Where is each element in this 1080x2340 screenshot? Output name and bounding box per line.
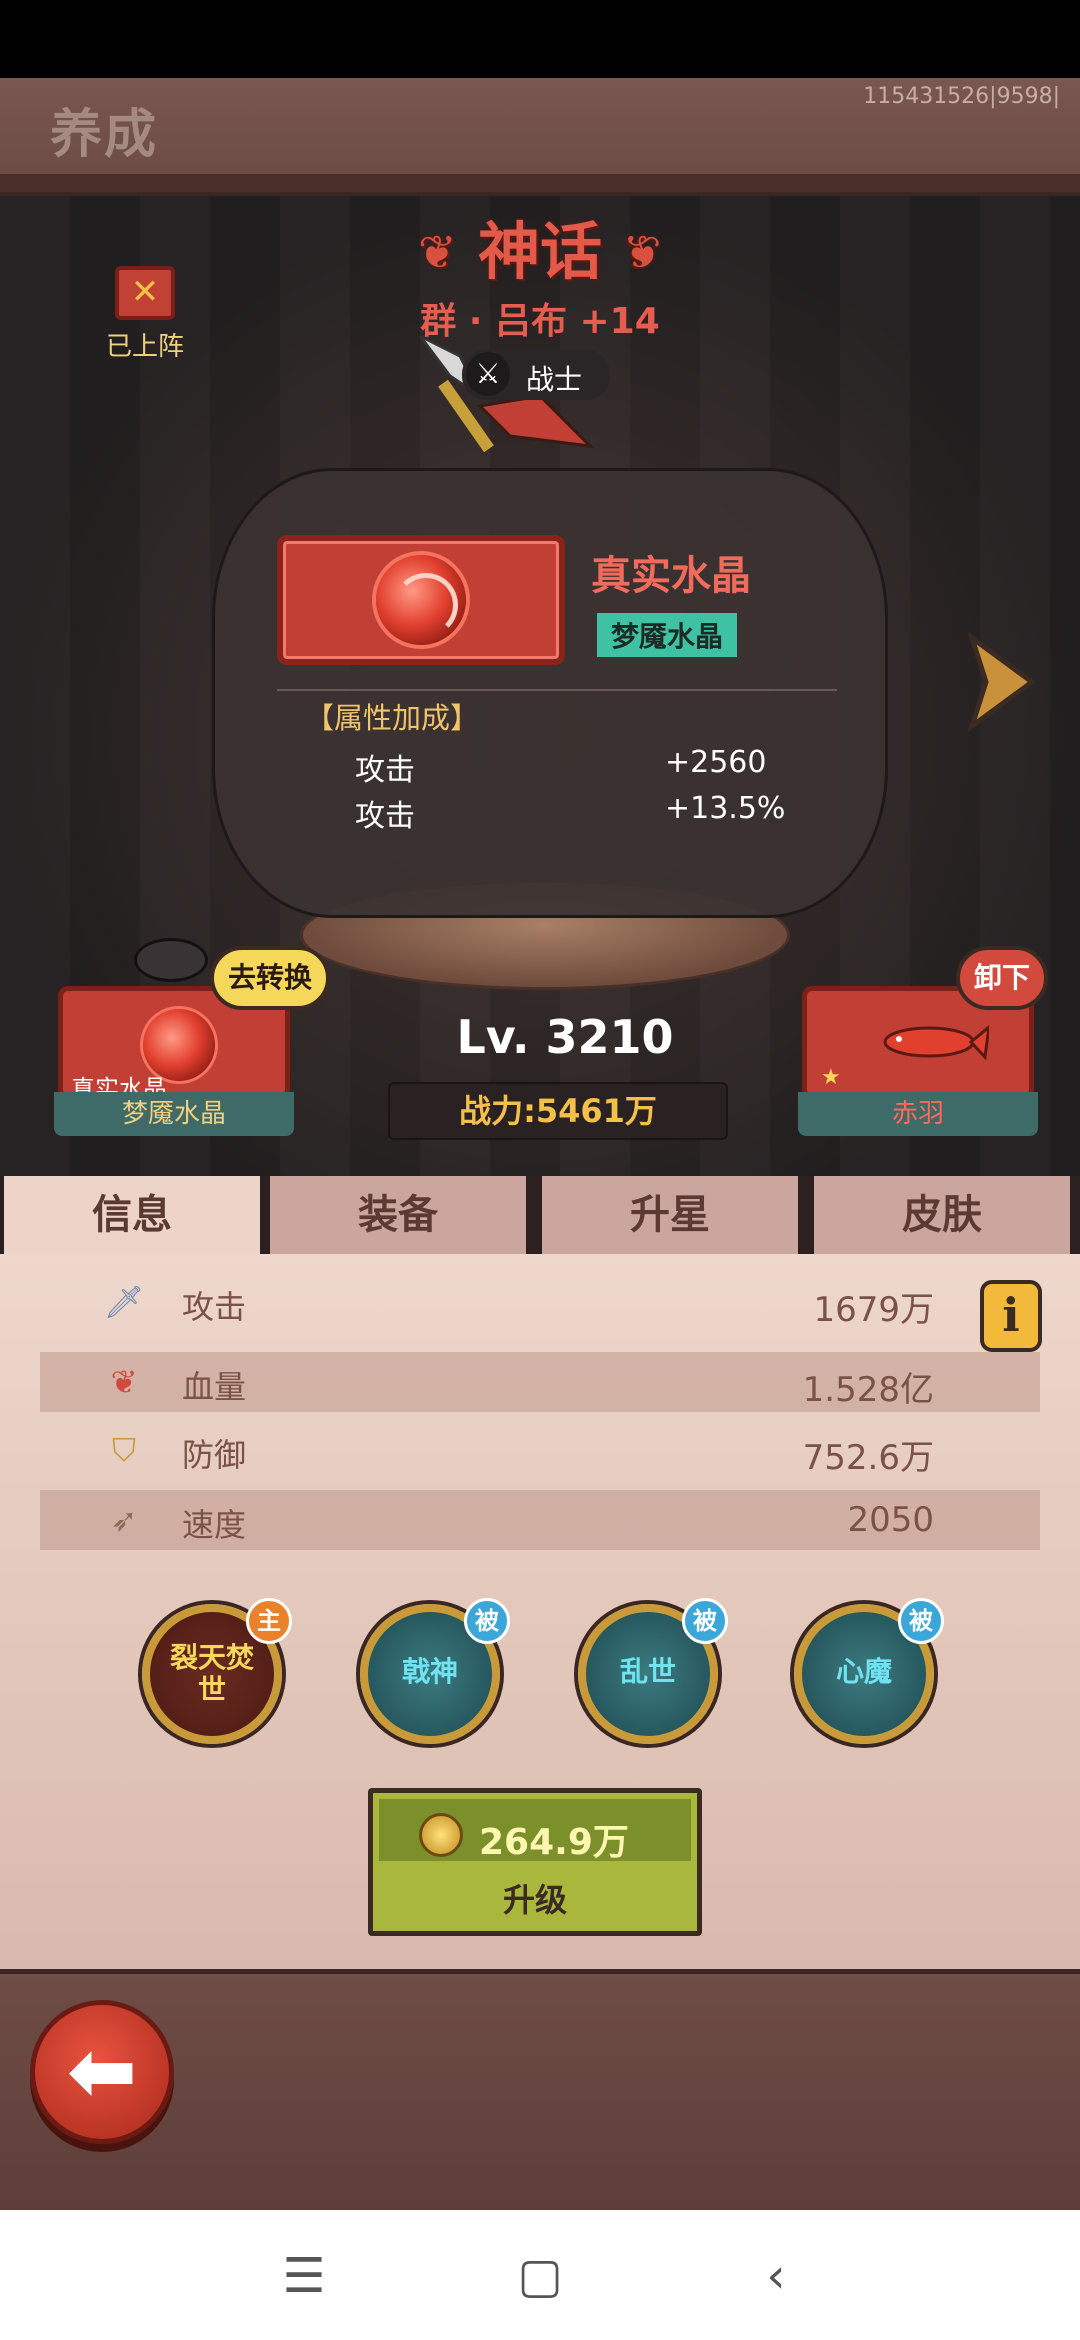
upgrade-button[interactable]: 264.9万 升级 <box>368 1788 702 1936</box>
tab-star-up[interactable]: 升星 <box>538 1176 798 1254</box>
skill-passive[interactable]: 心魔 被 <box>794 1598 944 1744</box>
star-icon: ★ <box>821 1065 841 1090</box>
item-tooltip-popup: 真实水晶 梦魇水晶 【属性加成】 攻击 +2560 攻击 +13.5% <box>212 468 888 918</box>
blood-drop-icon: ❦ <box>110 1363 138 1401</box>
empty-slot-marker <box>134 938 208 982</box>
upgrade-cost-bar: 264.9万 <box>379 1799 691 1863</box>
top-header: 养成 115431526|9598| <box>0 78 1080 196</box>
info-button[interactable]: i <box>980 1280 1042 1352</box>
sword-icon: 🗡 <box>103 1283 145 1321</box>
home-square-icon[interactable]: ▢ <box>510 2246 570 2306</box>
deployed-label: 已上阵 <box>105 332 184 362</box>
crystal-icon <box>376 555 466 645</box>
divider <box>277 689 837 691</box>
deployed-status[interactable]: ✕ 已上阵 <box>100 266 190 363</box>
stat-row: ❦ 血量 1.528亿 <box>40 1352 1040 1412</box>
stat-row: 🗡 攻击 1679万 <box>40 1272 1040 1332</box>
class-label: 战士 <box>526 363 583 396</box>
skill-name: 心魔 <box>835 1655 892 1688</box>
attr-value: +13.5% <box>665 791 786 826</box>
server-id: 115431526|9598| <box>863 84 1060 109</box>
attr-name: 攻击 <box>355 753 415 788</box>
next-hero-arrow[interactable] <box>966 632 1038 732</box>
menu-icon[interactable]: ☰ <box>274 2246 334 2306</box>
tab-equipment[interactable]: 装备 <box>266 1176 526 1254</box>
shield-icon: ⛉ <box>111 1431 136 1469</box>
upgrade-cost: 264.9万 <box>479 1822 629 1863</box>
page-title: 养成 <box>50 105 159 165</box>
tab-skin[interactable]: 皮肤 <box>810 1176 1070 1254</box>
back-chevron-icon[interactable]: ‹ <box>746 2246 806 2306</box>
convert-button[interactable]: 去转换 <box>210 946 331 1010</box>
warrior-axe-icon: ⚔ <box>466 352 510 396</box>
unequip-button[interactable]: 卸下 <box>956 946 1049 1010</box>
skill-passive[interactable]: 戟神 被 <box>360 1598 510 1744</box>
stat-value: 1679万 <box>813 1290 934 1330</box>
attr-title: 【属性加成】 <box>305 701 480 735</box>
tab-info[interactable]: 信息 <box>0 1176 260 1254</box>
skill-name: 乱世 <box>619 1655 676 1688</box>
tab-bar: 信息 装备 升星 皮肤 <box>0 1176 1080 1254</box>
skill-name: 裂天焚世 <box>169 1641 254 1706</box>
status-bar <box>0 0 1080 78</box>
rarity-badge: 神话 <box>418 212 640 292</box>
item-icon-box <box>277 535 565 665</box>
skill-active[interactable]: 裂天焚世 主 <box>142 1598 292 1744</box>
attr-row: 攻击 +2560 <box>355 745 835 788</box>
skill-badge-passive: 被 <box>464 1598 510 1644</box>
upgrade-label: 升级 <box>502 1881 567 1919</box>
item-title: 真实水晶 <box>591 553 751 599</box>
item-subtitle: 梦魇水晶 <box>597 613 738 657</box>
stat-row: ⛉ 防御 752.6万 <box>40 1420 1040 1480</box>
skill-passive[interactable]: 乱世 被 <box>578 1598 728 1744</box>
hero-level: Lv. 3210 <box>456 1010 674 1064</box>
coin-icon <box>419 1813 463 1857</box>
slot-caption: 梦魇水晶 <box>54 1092 294 1136</box>
class-tag: ⚔ 战士 <box>462 350 610 400</box>
skill-badge-passive: 被 <box>898 1598 944 1644</box>
stat-name: 速度 <box>182 1506 247 1544</box>
attr-value: +2560 <box>665 745 767 780</box>
skill-badge-passive: 被 <box>682 1598 728 1644</box>
stat-name: 血量 <box>182 1368 247 1406</box>
stat-row: ➶ 速度 2050 <box>40 1490 1040 1550</box>
back-arrow-button[interactable]: ⬅ <box>30 2000 174 2144</box>
stat-value: 1.528亿 <box>802 1370 934 1410</box>
slot-caption: 赤羽 <box>798 1092 1038 1136</box>
attr-row: 攻击 +13.5% <box>355 791 835 834</box>
combat-power: 战力:5461万 <box>388 1082 728 1140</box>
system-nav-bar: ☰ ▢ ‹ <box>0 2210 1080 2340</box>
skill-badge-main: 主 <box>246 1598 292 1644</box>
stat-name: 攻击 <box>182 1288 247 1326</box>
stat-value: 2050 <box>847 1500 934 1540</box>
attr-name: 攻击 <box>355 799 415 834</box>
stat-value: 752.6万 <box>802 1438 934 1478</box>
boot-icon: ➶ <box>110 1501 138 1539</box>
crossed-swords-icon: ✕ <box>115 266 175 320</box>
stat-name: 防御 <box>182 1436 247 1474</box>
skill-name: 戟神 <box>401 1655 458 1688</box>
red-fish-icon <box>883 1025 989 1061</box>
